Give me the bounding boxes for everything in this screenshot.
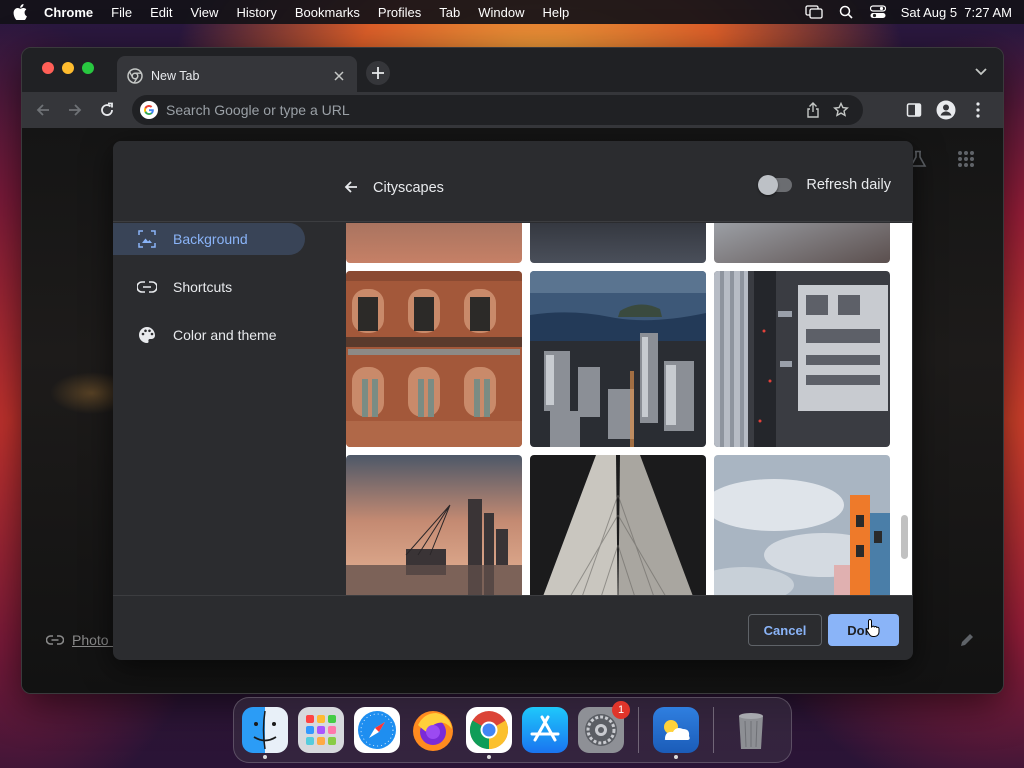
dock: 1 <box>233 697 792 763</box>
dock-firefox-icon[interactable] <box>410 707 456 753</box>
dialog-header: Cityscapes Refresh daily <box>113 141 913 221</box>
background-tile[interactable] <box>346 455 522 595</box>
link-icon <box>137 277 157 297</box>
done-button[interactable]: Done <box>828 614 899 646</box>
dock-trash-icon[interactable] <box>728 707 774 753</box>
menu-edit[interactable]: Edit <box>150 5 172 20</box>
palette-icon <box>137 325 157 345</box>
maximize-window-button[interactable] <box>82 62 94 74</box>
spotlight-search-icon[interactable] <box>837 5 855 19</box>
dock-safari-icon[interactable] <box>354 707 400 753</box>
dock-finder-icon[interactable] <box>242 707 288 759</box>
customize-sidebar: Background Shortcuts Color and theme <box>113 223 328 367</box>
new-tab-button[interactable] <box>366 61 390 85</box>
bookmark-star-icon[interactable] <box>827 96 855 124</box>
google-logo-icon <box>140 101 158 119</box>
background-tile[interactable] <box>346 271 522 447</box>
omnibox-placeholder: Search Google or type a URL <box>166 102 350 118</box>
menu-window[interactable]: Window <box>478 5 524 20</box>
sidebar-item-shortcuts[interactable]: Shortcuts <box>113 271 305 303</box>
forward-icon[interactable] <box>60 95 90 125</box>
dock-separator <box>713 707 714 753</box>
tab-strip: New Tab <box>22 48 1003 96</box>
tab-title: New Tab <box>151 69 200 83</box>
menu-bookmarks[interactable]: Bookmarks <box>295 5 360 20</box>
refresh-daily-label: Refresh daily <box>806 177 891 193</box>
background-tile[interactable] <box>714 455 890 595</box>
menu-app-name[interactable]: Chrome <box>44 5 93 20</box>
back-arrow-icon[interactable] <box>341 177 361 197</box>
browser-toolbar: Search Google or type a URL <box>22 92 1003 128</box>
sidebar-item-color-and-theme[interactable]: Color and theme <box>113 319 305 351</box>
dock-weather-icon[interactable] <box>653 707 699 759</box>
background-tile[interactable] <box>530 223 706 263</box>
collection-title: Cityscapes <box>373 180 444 196</box>
menu-tab[interactable]: Tab <box>439 5 460 20</box>
chrome-window: New Tab Search Google or type a URL Phot… <box>21 47 1004 694</box>
scrollbar-thumb[interactable] <box>901 515 908 559</box>
sidebar-item-background[interactable]: Background <box>113 223 305 255</box>
header-divider <box>113 221 913 222</box>
cancel-button[interactable]: Cancel <box>748 614 822 646</box>
footer-divider <box>113 595 913 596</box>
sidebar-item-label: Background <box>173 231 248 247</box>
menu-help[interactable]: Help <box>543 5 570 20</box>
menu-profiles[interactable]: Profiles <box>378 5 421 20</box>
close-tab-icon[interactable] <box>331 68 347 84</box>
omnibox[interactable]: Search Google or type a URL <box>132 95 863 125</box>
hand-cursor-icon <box>865 618 881 638</box>
background-gallery <box>346 223 912 595</box>
reload-icon[interactable] <box>92 95 122 125</box>
dock-chrome-icon[interactable] <box>466 707 512 759</box>
apple-menu-icon[interactable] <box>12 4 28 20</box>
control-center-icon[interactable] <box>869 5 887 19</box>
side-panel-icon[interactable] <box>899 95 929 125</box>
google-apps-grid-icon[interactable] <box>955 148 977 170</box>
refresh-daily-toggle[interactable] <box>758 175 793 195</box>
chrome-favicon-icon <box>127 68 143 84</box>
customize-pen-icon[interactable] <box>959 632 977 650</box>
tab-new-tab[interactable]: New Tab <box>117 56 357 96</box>
background-tile[interactable] <box>714 271 890 447</box>
sidebar-item-label: Shortcuts <box>173 279 233 295</box>
new-tab-page: Photo b Cityscapes Refresh daily Backgro… <box>22 128 1003 693</box>
notification-badge: 1 <box>612 701 630 719</box>
photo-credit-link[interactable]: Photo b <box>45 632 120 648</box>
background-tile[interactable] <box>714 223 890 263</box>
window-controls <box>42 62 94 74</box>
menu-view[interactable]: View <box>190 5 218 20</box>
link-icon <box>45 632 65 648</box>
menu-bar: Chrome File Edit View History Bookmarks … <box>0 0 1024 24</box>
sidebar-item-label: Color and theme <box>173 327 277 343</box>
more-menu-icon[interactable] <box>963 95 993 125</box>
dock-app-store-icon[interactable] <box>522 707 568 753</box>
background-tile[interactable] <box>530 271 706 447</box>
dock-separator <box>638 707 639 753</box>
customize-dialog: Cityscapes Refresh daily Background Shor… <box>113 141 913 660</box>
profile-avatar-icon[interactable] <box>931 95 961 125</box>
close-window-button[interactable] <box>42 62 54 74</box>
menu-history[interactable]: History <box>236 5 276 20</box>
refresh-daily-control: Refresh daily <box>758 175 891 195</box>
screen-mirroring-icon[interactable] <box>805 5 823 19</box>
dock-system-settings-icon[interactable]: 1 <box>578 701 630 753</box>
gallery-scrollbar[interactable] <box>898 223 912 595</box>
dock-launchpad-icon[interactable] <box>298 707 344 753</box>
tab-search-chevron-icon[interactable] <box>973 64 989 80</box>
menu-clock[interactable]: Sat Aug 5 7:27 AM <box>901 5 1012 20</box>
share-icon[interactable] <box>799 96 827 124</box>
image-icon <box>137 229 157 249</box>
minimize-window-button[interactable] <box>62 62 74 74</box>
back-icon[interactable] <box>28 95 58 125</box>
background-tile[interactable] <box>530 455 706 595</box>
menu-file[interactable]: File <box>111 5 132 20</box>
background-tile[interactable] <box>346 223 522 263</box>
